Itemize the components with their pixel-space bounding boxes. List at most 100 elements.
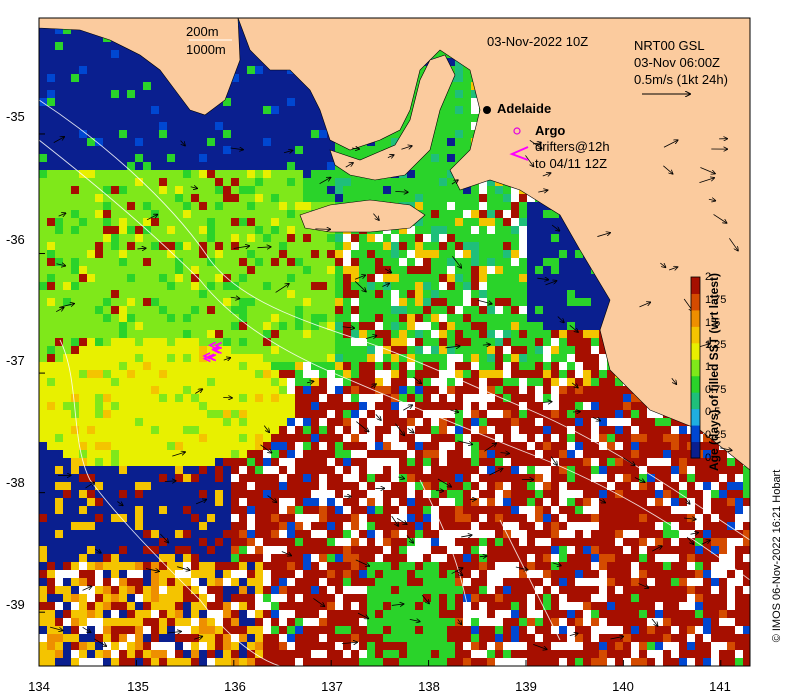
sst-age-cell bbox=[423, 234, 432, 243]
map-plot[interactable] bbox=[0, 0, 792, 700]
sst-age-cell bbox=[439, 378, 448, 387]
sst-age-cell bbox=[343, 394, 352, 403]
sst-age-cell bbox=[95, 66, 104, 75]
sst-age-cell bbox=[423, 282, 432, 291]
sst-age-cell bbox=[295, 122, 304, 131]
sst-age-cell bbox=[191, 322, 200, 331]
sst-age-cell bbox=[151, 194, 160, 203]
sst-age-cell bbox=[39, 194, 48, 203]
sst-age-cell bbox=[255, 98, 264, 107]
sst-age-cell bbox=[679, 426, 688, 435]
sst-age-cell bbox=[383, 234, 392, 243]
sst-age-cell bbox=[439, 162, 448, 171]
sst-age-cell bbox=[599, 450, 608, 459]
sst-age-cell bbox=[111, 90, 120, 99]
sst-age-cell bbox=[255, 394, 264, 403]
sst-age-cell bbox=[87, 450, 96, 459]
sst-age-cell bbox=[95, 218, 104, 227]
sst-age-cell bbox=[119, 386, 128, 395]
sst-age-cell bbox=[263, 178, 272, 187]
sst-age-cell bbox=[119, 314, 128, 323]
sst-age-cell bbox=[103, 42, 112, 51]
sst-age-cell bbox=[439, 362, 448, 371]
sst-age-cell bbox=[271, 210, 280, 219]
sst-age-cell bbox=[463, 130, 472, 139]
sst-age-cell bbox=[127, 202, 136, 211]
sst-age-cell bbox=[71, 210, 80, 219]
sst-age-cell bbox=[71, 466, 80, 475]
sst-age-cell bbox=[551, 450, 560, 459]
sst-age-cell bbox=[263, 322, 272, 331]
sst-age-cell bbox=[279, 458, 288, 467]
sst-age-cell bbox=[455, 250, 464, 259]
sst-age-cell bbox=[447, 306, 456, 315]
sst-age-cell bbox=[407, 274, 416, 283]
sst-age-cell bbox=[639, 450, 648, 459]
sst-age-cell bbox=[263, 306, 272, 315]
sst-age-cell bbox=[47, 282, 56, 291]
sst-age-cell bbox=[279, 154, 288, 163]
sst-age-cell bbox=[583, 298, 592, 307]
sst-age-cell bbox=[511, 458, 520, 467]
sst-age-cell bbox=[191, 394, 200, 403]
sst-age-cell bbox=[295, 410, 304, 419]
sst-age-cell bbox=[55, 282, 64, 291]
sst-age-cell bbox=[311, 410, 320, 419]
sst-age-cell bbox=[455, 106, 464, 115]
sst-age-cell bbox=[495, 450, 504, 459]
sst-age-cell bbox=[591, 442, 600, 451]
sst-age-cell bbox=[127, 290, 136, 299]
sst-age-cell bbox=[319, 338, 328, 347]
sst-age-cell bbox=[535, 442, 544, 451]
sst-age-cell bbox=[607, 418, 616, 427]
sst-age-cell bbox=[471, 226, 480, 235]
sst-age-cell bbox=[447, 194, 456, 203]
sst-age-cell bbox=[391, 274, 400, 283]
sst-age-cell bbox=[247, 418, 256, 427]
sst-age-cell bbox=[151, 434, 160, 443]
sst-age-cell bbox=[63, 74, 72, 83]
sst-age-cell bbox=[47, 210, 56, 219]
sst-age-cell bbox=[463, 74, 472, 83]
sst-age-cell bbox=[423, 434, 432, 443]
sst-age-cell bbox=[159, 298, 168, 307]
sst-age-cell bbox=[455, 266, 464, 275]
sst-age-cell bbox=[143, 258, 152, 267]
sst-age-cell bbox=[263, 114, 272, 123]
sst-age-cell bbox=[415, 298, 424, 307]
sst-age-cell bbox=[295, 450, 304, 459]
sst-age-cell bbox=[183, 450, 192, 459]
sst-age-cell bbox=[87, 378, 96, 387]
sst-age-cell bbox=[215, 306, 224, 315]
sst-age-cell bbox=[287, 322, 296, 331]
sst-age-cell bbox=[479, 210, 488, 219]
sst-age-cell bbox=[183, 458, 192, 467]
sst-age-cell bbox=[127, 154, 136, 163]
sst-age-cell bbox=[271, 274, 280, 283]
sst-age-cell bbox=[159, 234, 168, 243]
sst-age-cell bbox=[519, 218, 528, 227]
sst-age-cell bbox=[391, 186, 400, 195]
sst-age-cell bbox=[79, 306, 88, 315]
sst-age-cell bbox=[87, 434, 96, 443]
sst-age-cell bbox=[175, 170, 184, 179]
sst-age-cell bbox=[663, 442, 672, 451]
sst-age-cell bbox=[303, 330, 312, 339]
sst-age-cell bbox=[207, 426, 216, 435]
sst-age-cell bbox=[55, 378, 64, 387]
sst-age-cell bbox=[391, 442, 400, 451]
sst-age-cell bbox=[87, 346, 96, 355]
sst-age-cell bbox=[175, 226, 184, 235]
sst-age-cell bbox=[87, 82, 96, 91]
sst-age-cell bbox=[183, 338, 192, 347]
sst-age-cell bbox=[447, 458, 456, 467]
sst-age-cell bbox=[471, 418, 480, 427]
sst-age-cell bbox=[287, 90, 296, 99]
sst-age-cell bbox=[519, 290, 528, 299]
sst-age-cell bbox=[559, 370, 568, 379]
sst-age-cell bbox=[95, 42, 104, 51]
sst-age-cell bbox=[423, 290, 432, 299]
sst-age-cell bbox=[415, 362, 424, 371]
sst-age-cell bbox=[327, 314, 336, 323]
sst-age-cell bbox=[543, 426, 552, 435]
